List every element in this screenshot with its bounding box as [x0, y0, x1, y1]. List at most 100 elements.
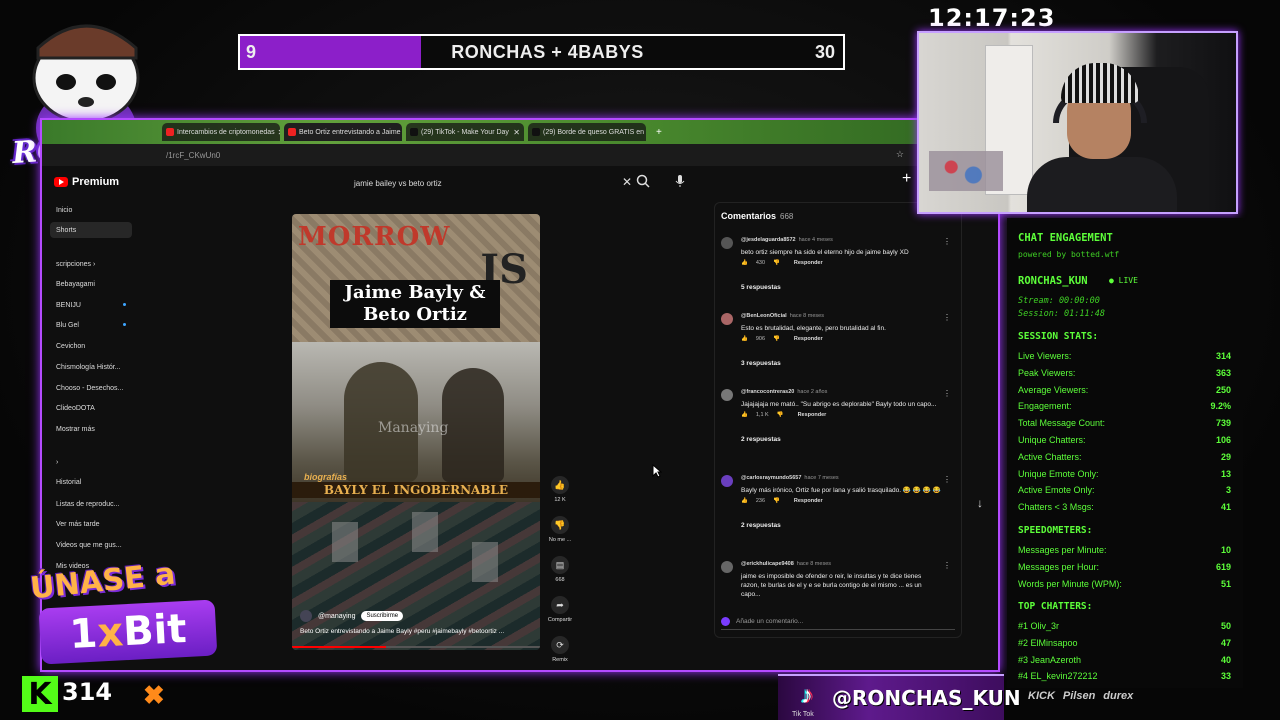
comment-author[interactable]: @francocontreras20 [741, 389, 794, 395]
share-icon[interactable]: ➦ [551, 596, 569, 614]
search-icon[interactable] [636, 174, 652, 190]
view-replies-button[interactable]: 5 respuestas [741, 284, 781, 291]
comment-menu-icon[interactable]: ⋮ [943, 475, 951, 484]
sidebar-item[interactable]: Bebayagami [50, 276, 132, 292]
add-comment-field[interactable]: Añade un comentario... [721, 617, 955, 630]
browser-tab[interactable]: Beto Ortiz entrevistando a Jaime✕ [284, 123, 402, 141]
dislike-icon[interactable]: 👎 [551, 516, 569, 534]
comment-like-icon[interactable]: 👍 [741, 498, 748, 504]
toys [929, 151, 1003, 191]
tab-close-icon[interactable]: ✕ [278, 128, 280, 137]
clear-search-icon[interactable]: ✕ [622, 175, 632, 189]
search-box[interactable]: jamie bailey vs beto ortiz ✕ [354, 172, 632, 194]
comment-menu-icon[interactable]: ⋮ [943, 561, 951, 570]
next-short-arrow-icon[interactable]: ↓ [977, 496, 983, 510]
short-caption[interactable]: Beto Ortiz entrevistando a Jaime Bayly #… [300, 628, 536, 635]
view-replies-button[interactable]: 3 respuestas [741, 360, 781, 367]
address-bar[interactable]: /1rcF_CKwUn0 ☆ [42, 144, 998, 166]
comment-avatar[interactable] [721, 561, 733, 573]
comment-avatar[interactable] [721, 389, 733, 401]
bookmark-star-icon[interactable]: ☆ [896, 149, 904, 160]
youtube-logo[interactable]: Premium [54, 176, 119, 188]
browser-tab[interactable]: (29) Borde de queso GRATIS en✕ [528, 123, 646, 141]
tab-close-icon[interactable]: ✕ [513, 128, 520, 137]
comments-icon[interactable]: ▤ [551, 556, 569, 574]
comment-author[interactable]: @carlosraymundo5657 [741, 475, 801, 481]
stat-row: #1 Oliv_3r 50 [1018, 621, 1231, 631]
comment-author[interactable]: @jesdelaguarda8572 [741, 237, 796, 243]
stat-value: 40 [1220, 654, 1231, 665]
comment-avatar[interactable] [721, 313, 733, 325]
browser-tab[interactable]: Intercambios de criptomonedas✕ [162, 123, 280, 141]
comment-dislike-icon[interactable]: 👎 [773, 498, 780, 504]
view-replies-button[interactable]: 2 respuestas [741, 522, 781, 529]
stat-label: #1 Oliv_3r [1018, 621, 1060, 631]
like-icon[interactable]: 👍 [551, 476, 569, 494]
reply-button[interactable]: Responder [794, 498, 823, 504]
reply-button[interactable]: Responder [798, 412, 827, 418]
remix-icon[interactable]: ⟳ [551, 636, 569, 654]
shorts-player[interactable]: MORROW IS Jaime Bayly & Beto Ortiz Manay… [292, 214, 540, 650]
sidebar-item[interactable]: Videos que me gus... [50, 537, 132, 553]
comment-like-icon[interactable]: 👍 [741, 260, 748, 266]
sidebar-item[interactable]: Inicio [50, 202, 132, 218]
comment-avatar[interactable] [721, 475, 733, 487]
comment-like-icon[interactable]: 👍 [741, 412, 748, 418]
comment-dislike-icon[interactable]: 👎 [773, 260, 780, 266]
channel-avatar[interactable] [300, 610, 312, 622]
promo-digit: 1 [68, 610, 99, 659]
sidebar-item[interactable]: Blu Gel [50, 317, 132, 333]
sidebar-item[interactable]: Chooso - Desechos... [50, 380, 132, 396]
stream-timer: Stream: 00:00:00 [1018, 296, 1100, 306]
sidebar-item-label: Ver más tarde [56, 520, 100, 528]
short-action[interactable]: 👎 No me ... [546, 516, 574, 543]
comment-avatar[interactable] [721, 237, 733, 249]
microphone-icon[interactable] [674, 174, 686, 190]
reply-button[interactable]: Responder [794, 260, 823, 266]
short-title-card: Jaime Bayly & Beto Ortiz [330, 280, 500, 328]
short-action[interactable]: ▤ 668 [546, 556, 574, 583]
short-action[interactable]: ⟳ Remix [546, 636, 574, 663]
sidebar-item-label: Bebayagami [56, 280, 95, 288]
short-action[interactable]: ➦ Compartir [546, 596, 574, 623]
sidebar-item[interactable]: ClideoDOTA [50, 400, 132, 416]
browser-tab[interactable]: (29) TikTok - Make Your Day ✕ [406, 123, 524, 141]
comment-like-count: 906 [755, 336, 766, 342]
search-input[interactable]: jamie bailey vs beto ortiz [354, 179, 442, 188]
reply-button[interactable]: Responder [794, 336, 823, 342]
channel-name[interactable]: @manaying [318, 613, 355, 620]
stat-label: Messages per Minute: [1018, 545, 1107, 555]
sidebar-item[interactable]: Shorts [50, 222, 132, 238]
comment-like-icon[interactable]: 👍 [741, 336, 748, 342]
new-tab-icon[interactable]: + [656, 127, 662, 138]
goal-title: RONCHAS + 4BABYS [451, 41, 644, 62]
view-replies-button[interactable]: 2 respuestas [741, 436, 781, 443]
subscribe-button[interactable]: Suscribirme [361, 611, 404, 621]
short-progress-bar[interactable] [292, 646, 540, 648]
sidebar-item[interactable]: scripciones › [50, 256, 132, 272]
comment-menu-icon[interactable]: ⋮ [943, 313, 951, 322]
comment-author[interactable]: @BenLeonOficial [741, 313, 787, 319]
comment-author[interactable]: @erickhulicape9408 [741, 561, 794, 567]
sidebar-item[interactable]: › [50, 454, 132, 470]
comment-dislike-icon[interactable]: 👎 [773, 336, 780, 342]
promo-logo: 1 x Bit [38, 599, 218, 665]
sidebar-item[interactable]: Ver más tarde [50, 516, 132, 532]
comment-actions: 👍 236 👎 Responder [741, 498, 823, 504]
sidebar-item[interactable]: Listas de reproduc... [50, 496, 132, 512]
youtube-logo-label: Premium [72, 176, 120, 188]
sidebar-item[interactable]: Mostrar más [50, 421, 132, 437]
comment-menu-icon[interactable]: ⋮ [943, 389, 951, 398]
create-icon[interactable]: + [902, 170, 911, 188]
comment-menu-icon[interactable]: ⋮ [943, 237, 951, 246]
sidebar-item[interactable]: Historial [50, 474, 132, 490]
sidebar-item[interactable]: Chismología Histór... [50, 359, 132, 375]
stream-overlay: { "goal": {"left": "9", "center": "RONCH… [0, 0, 1280, 720]
comment-dislike-icon[interactable]: 👎 [777, 412, 784, 418]
sidebar-item[interactable]: Cevichon [50, 338, 132, 354]
stat-row: Peak Viewers: 363 [1018, 368, 1231, 378]
sponsor-logo: Pilsen [1062, 690, 1096, 702]
short-action[interactable]: 👍 12 K [546, 476, 574, 503]
comments-header: Comentarios 668 [721, 211, 793, 221]
sidebar-item[interactable]: BENIJU [50, 297, 132, 313]
